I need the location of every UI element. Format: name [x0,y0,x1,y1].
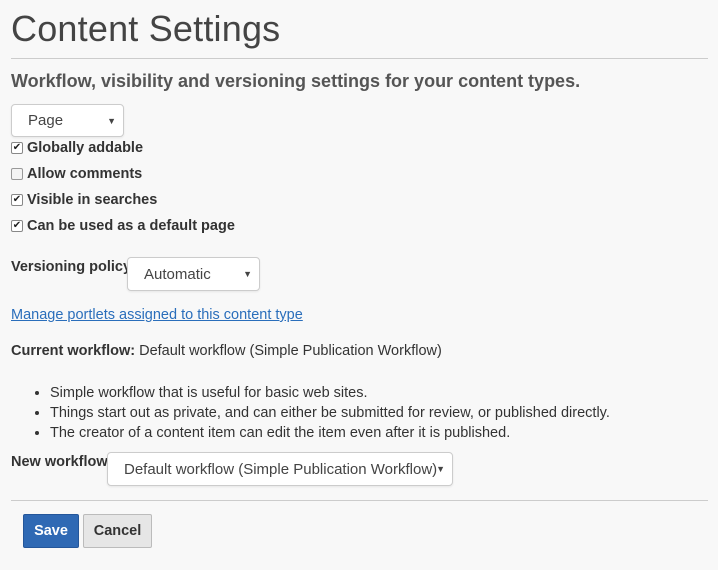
content-type-select[interactable]: Page ▼ [11,104,124,137]
list-item: The creator of a content item can edit t… [50,423,610,443]
title-divider [11,58,708,59]
new-workflow-value: Default workflow (Simple Publication Wor… [124,460,438,478]
chevron-down-icon: ▼ [243,269,252,279]
globally-addable-option[interactable]: ✔ Globally addable [11,140,143,156]
default-page-checkbox[interactable]: ✔ [11,220,23,232]
allow-comments-option[interactable]: Allow comments [11,166,142,182]
default-page-label: Can be used as a default page [27,218,235,234]
chevron-down-icon: ▼ [107,115,116,126]
new-workflow-select[interactable]: Default workflow (Simple Publication Wor… [107,452,453,486]
visible-in-searches-label: Visible in searches [27,192,158,208]
current-workflow-value: Default workflow (Simple Publication Wor… [139,343,442,359]
list-item: Things start out as private, and can eit… [50,403,610,423]
form-divider [11,500,708,501]
globally-addable-label: Globally addable [27,140,144,156]
versioning-policy-label: Versioning policy: [11,259,136,275]
allow-comments-checkbox[interactable] [11,168,23,180]
save-button[interactable]: Save [23,514,79,548]
default-page-option[interactable]: ✔ Can be used as a default page [11,218,235,234]
list-item: Simple workflow that is useful for basic… [50,383,610,403]
chevron-down-icon: ▼ [436,464,445,474]
visible-in-searches-checkbox[interactable]: ✔ [11,194,23,206]
versioning-policy-select[interactable]: Automatic ▼ [127,257,260,291]
new-workflow-label: New workflow: [11,454,113,470]
content-type-select-value: Page [28,112,64,129]
cancel-button[interactable]: Cancel [83,514,152,548]
manage-portlets-link[interactable]: Manage portlets assigned to this content… [11,307,303,323]
workflow-description-list: Simple workflow that is useful for basic… [11,383,610,443]
visible-in-searches-option[interactable]: ✔ Visible in searches [11,192,157,208]
allow-comments-label: Allow comments [27,166,143,182]
current-workflow: Current workflow: Default workflow (Simp… [11,343,442,359]
page-title: Content Settings [11,8,281,49]
versioning-policy-value: Automatic [144,265,211,283]
globally-addable-checkbox[interactable]: ✔ [11,142,23,154]
page-subtitle: Workflow, visibility and versioning sett… [11,71,581,91]
current-workflow-label: Current workflow: [11,343,136,359]
